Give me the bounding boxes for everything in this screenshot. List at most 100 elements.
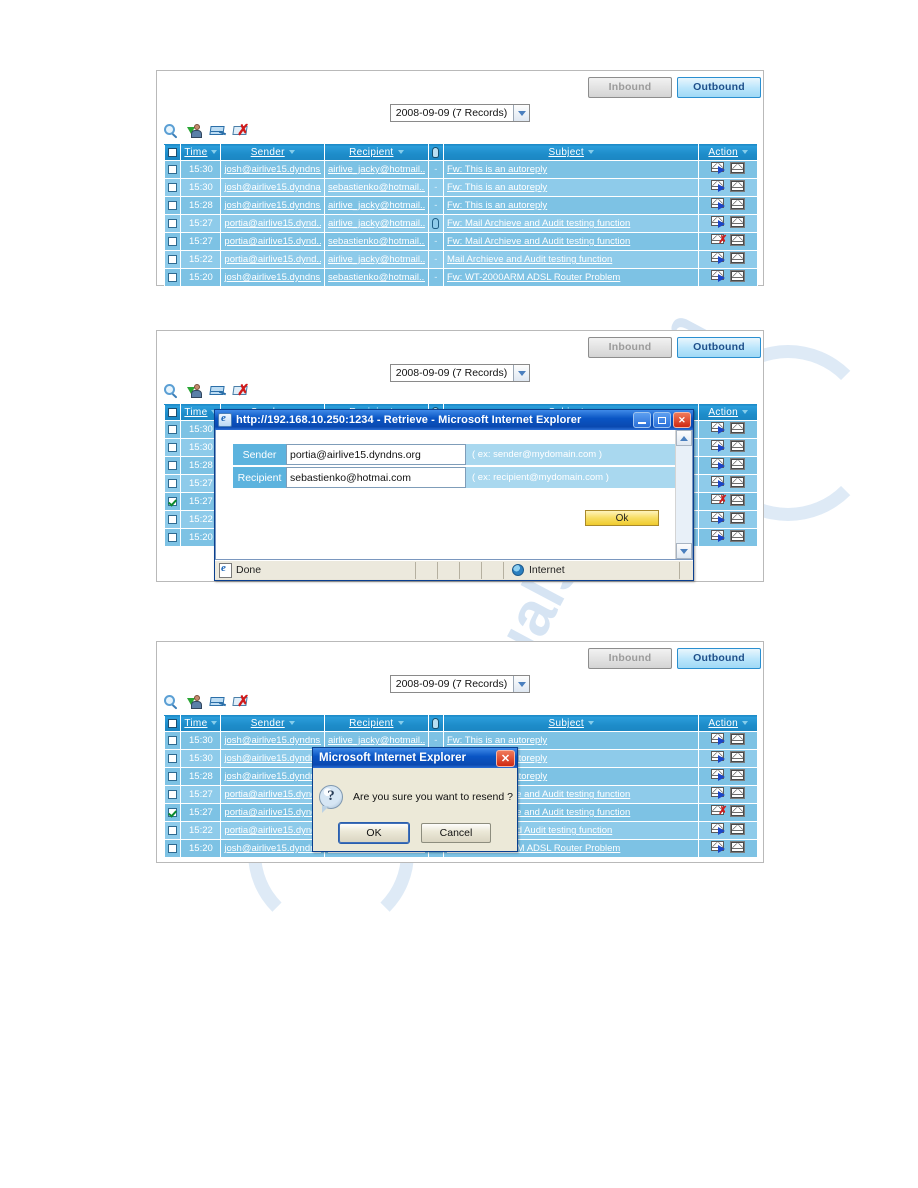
resend-mail-icon[interactable]: [711, 440, 729, 452]
mail-delete-icon[interactable]: ✗: [232, 694, 250, 710]
recipient-link[interactable]: sebastienko@hotmail...: [328, 182, 425, 193]
sender-link[interactable]: josh@airlive15.dyndns...: [224, 200, 321, 211]
recipient-link[interactable]: airlive_jacky@hotmail....: [328, 200, 425, 211]
row-select-cell[interactable]: [163, 250, 182, 269]
sort-caret-icon[interactable]: [587, 721, 594, 726]
sender-link[interactable]: josh@airlive15.dyndna...: [224, 753, 321, 764]
cancel-button[interactable]: Cancel: [421, 822, 491, 843]
subject-link[interactable]: Fw: Mail Archieve and Audit testing func…: [447, 236, 695, 247]
resend-mail-icon[interactable]: ✗: [711, 494, 729, 506]
table-row[interactable]: 15:22portia@airlive15.dynd.... airlive_ja…: [163, 250, 758, 269]
row-select-cell[interactable]: [163, 214, 182, 233]
cell-sender[interactable]: josh@airlive15.dyndns...: [220, 731, 326, 750]
table-row[interactable]: 15:20josh@airlive15.dyndns... sebastienko…: [163, 268, 758, 287]
row-checkbox[interactable]: [168, 460, 178, 470]
resend-mail-icon[interactable]: [711, 751, 729, 763]
tab-outbound[interactable]: Outbound: [677, 648, 761, 669]
subject-link[interactable]: Fw: This is an autoreply: [447, 164, 695, 175]
row-checkbox[interactable]: [168, 218, 178, 228]
view-mail-icon[interactable]: [730, 787, 746, 799]
tab-inbound[interactable]: Inbound: [588, 77, 672, 98]
recipient-link[interactable]: airlive_jacky@hotmail....: [328, 254, 425, 265]
user-add-icon[interactable]: [187, 695, 203, 710]
tab-inbound[interactable]: Inbound: [588, 648, 672, 669]
cell-recipient[interactable]: airlive_jacky@hotmail....: [324, 250, 429, 269]
search-icon[interactable]: [164, 695, 180, 710]
resend-mail-icon[interactable]: [711, 841, 729, 853]
col-subject[interactable]: Subject: [442, 715, 700, 732]
sender-link[interactable]: josh@airlive15.dyndns...: [224, 843, 321, 854]
recipient-input[interactable]: [286, 467, 466, 488]
minimize-button[interactable]: [633, 412, 651, 428]
row-select-cell[interactable]: [163, 839, 182, 858]
sort-caret-icon[interactable]: [211, 721, 218, 726]
sort-caret-icon[interactable]: [397, 150, 404, 155]
subject-link[interactable]: Fw: Mail Archieve and Audit testing func…: [447, 218, 695, 229]
cell-sender[interactable]: portia@airlive15.dynd....: [220, 821, 326, 840]
cell-recipient[interactable]: airlive_jacky@hotmail....: [324, 160, 429, 179]
user-add-icon[interactable]: [187, 124, 203, 139]
row-checkbox[interactable]: [168, 825, 178, 835]
view-mail-icon[interactable]: [730, 252, 746, 264]
select-all-header[interactable]: [163, 715, 182, 732]
cell-subject[interactable]: Mail Archieve and Audit testing function: [442, 250, 700, 269]
col-action[interactable]: Action: [698, 715, 758, 732]
table-row[interactable]: 15:27portia@airlive15.dynd... sebastienko…: [163, 232, 758, 251]
cell-sender[interactable]: josh@airlive15.dyndns...: [220, 268, 326, 287]
row-checkbox[interactable]: [168, 735, 178, 745]
col-attachment[interactable]: [427, 144, 445, 161]
resize-grip-icon[interactable]: [679, 561, 693, 579]
col-recipient[interactable]: Recipient: [324, 715, 429, 732]
recipient-link[interactable]: sebastienko@hotmail...: [328, 236, 425, 247]
resend-mail-icon[interactable]: [711, 422, 729, 434]
vertical-scrollbar[interactable]: [675, 430, 692, 559]
mail-forward-icon[interactable]: [209, 695, 227, 710]
tab-inbound[interactable]: Inbound: [588, 337, 672, 358]
sender-link[interactable]: josh@airlive15.dyndna...: [224, 182, 321, 193]
mail-delete-icon[interactable]: ✗: [232, 123, 250, 139]
cell-sender[interactable]: portia@airlive15.dynd...: [220, 803, 326, 822]
chevron-down-icon[interactable]: [513, 365, 530, 381]
row-checkbox[interactable]: [168, 478, 178, 488]
table-row[interactable]: 15:27portia@airlive15.dynd... airlive_jac…: [163, 214, 758, 233]
mail-delete-icon[interactable]: ✗: [232, 383, 250, 399]
subject-link[interactable]: Fw: WT-2000ARM ADSL Router Problem: [447, 272, 695, 283]
recipient-link[interactable]: airlive_jacky@hotmail..: [328, 218, 425, 229]
subject-link[interactable]: Fw: This is an autoreply: [447, 200, 695, 211]
close-icon[interactable]: ✕: [496, 749, 515, 767]
sort-caret-icon[interactable]: [288, 721, 295, 726]
row-select-cell[interactable]: [163, 232, 182, 251]
cell-subject[interactable]: Fw: This is an autoreply: [442, 196, 700, 215]
cell-subject[interactable]: Fw: Mail Archieve and Audit testing func…: [442, 214, 700, 233]
resend-mail-icon[interactable]: [711, 512, 729, 524]
row-select-cell[interactable]: [163, 456, 182, 475]
cell-recipient[interactable]: sebastienko@hotmail...: [324, 268, 429, 287]
row-select-cell[interactable]: [163, 785, 182, 804]
sort-caret-icon[interactable]: [397, 721, 404, 726]
row-select-cell[interactable]: [163, 268, 182, 287]
row-select-cell[interactable]: [163, 749, 182, 768]
select-all-checkbox[interactable]: [168, 147, 178, 157]
cell-sender[interactable]: josh@airlive15.dyndns...: [220, 196, 326, 215]
select-all-checkbox[interactable]: [168, 718, 178, 728]
col-time[interactable]: Time: [180, 715, 222, 732]
view-mail-icon[interactable]: [730, 823, 746, 835]
view-mail-icon[interactable]: [730, 805, 746, 817]
resend-mail-icon[interactable]: [711, 787, 729, 799]
sender-link[interactable]: portia@airlive15.dynd...: [224, 236, 321, 247]
view-mail-icon[interactable]: [730, 841, 746, 853]
cell-recipient[interactable]: sebastienko@hotmail...: [324, 178, 429, 197]
view-mail-icon[interactable]: [730, 733, 746, 745]
cell-recipient[interactable]: sebastienko@hotmail...: [324, 232, 429, 251]
scrollbar-track[interactable]: [676, 446, 692, 543]
row-select-cell[interactable]: [163, 803, 182, 822]
dialog-title-bar[interactable]: Microsoft Internet Explorer ✕: [313, 748, 517, 768]
resend-mail-icon[interactable]: [711, 476, 729, 488]
view-mail-icon[interactable]: [730, 476, 746, 488]
ok-button[interactable]: OK: [338, 821, 410, 844]
resend-mail-icon[interactable]: [711, 198, 729, 210]
resend-mail-icon[interactable]: [711, 252, 729, 264]
sort-caret-icon[interactable]: [288, 150, 295, 155]
sender-link[interactable]: portia@airlive15.dynd....: [224, 254, 321, 265]
cell-subject[interactable]: Fw: This is an autoreply: [442, 178, 700, 197]
